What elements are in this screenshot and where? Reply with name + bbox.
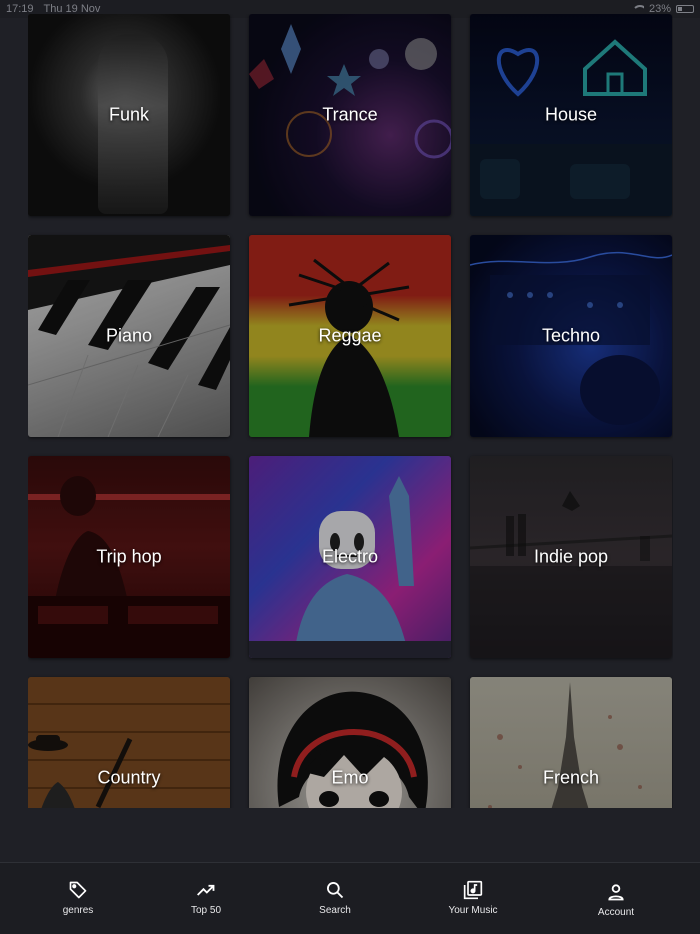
tab-top-50[interactable]: Top 50 bbox=[156, 863, 256, 934]
genre-tile-funk[interactable]: Funk bbox=[28, 14, 230, 216]
genre-label: Trance bbox=[322, 104, 378, 125]
genre-tile-reggae[interactable]: Reggae bbox=[249, 235, 451, 437]
tab-label: Search bbox=[319, 905, 351, 916]
tab-your-music[interactable]: Your Music bbox=[423, 863, 523, 934]
music-library-icon bbox=[463, 879, 483, 901]
genre-tile-french[interactable]: French bbox=[470, 677, 672, 808]
genre-label: French bbox=[542, 767, 600, 788]
wifi-icon bbox=[631, 5, 644, 13]
battery-icon bbox=[676, 5, 694, 13]
account-icon bbox=[606, 881, 626, 903]
genre-tile-piano[interactable]: Piano bbox=[28, 235, 230, 437]
tag-icon bbox=[68, 879, 88, 901]
trending-up-icon bbox=[196, 879, 216, 901]
genre-tile-emo[interactable]: Emo bbox=[249, 677, 451, 808]
genre-label: Piano bbox=[105, 325, 153, 346]
genre-label: Electro bbox=[321, 546, 379, 567]
tab-search[interactable]: Search bbox=[285, 863, 385, 934]
genre-label: Reggae bbox=[318, 325, 382, 346]
tab-label: Your Music bbox=[448, 905, 498, 916]
tab-account[interactable]: Account bbox=[566, 863, 666, 934]
genre-label: House bbox=[544, 104, 598, 125]
search-icon bbox=[325, 879, 345, 901]
genre-label: Emo bbox=[331, 767, 369, 788]
genre-label: Techno bbox=[541, 325, 601, 346]
genre-tile-trance[interactable]: Trance bbox=[249, 14, 451, 216]
bottom-tab-bar: genres Top 50 Search Your Music Account bbox=[0, 862, 700, 934]
genre-label: Trip hop bbox=[96, 546, 162, 567]
genre-tile-indie-pop[interactable]: Indie pop bbox=[470, 456, 672, 658]
genre-label: Country bbox=[97, 767, 161, 788]
genre-label: Funk bbox=[108, 104, 150, 125]
genre-tile-country[interactable]: Country bbox=[28, 677, 230, 808]
tab-label: genres bbox=[62, 905, 94, 916]
genre-tile-house[interactable]: House bbox=[470, 14, 672, 216]
genre-tile-techno[interactable]: Techno bbox=[470, 235, 672, 437]
genre-tile-electro[interactable]: Electro bbox=[249, 456, 451, 658]
tab-label: Top 50 bbox=[190, 905, 222, 916]
genre-grid: Funk Trance House Piano Reggae Techno Tr… bbox=[28, 14, 673, 808]
tab-label: Account bbox=[597, 907, 635, 918]
genre-label: Indie pop bbox=[533, 546, 609, 567]
tab-genres[interactable]: genres bbox=[28, 863, 128, 934]
genre-tile-trip-hop[interactable]: Trip hop bbox=[28, 456, 230, 658]
